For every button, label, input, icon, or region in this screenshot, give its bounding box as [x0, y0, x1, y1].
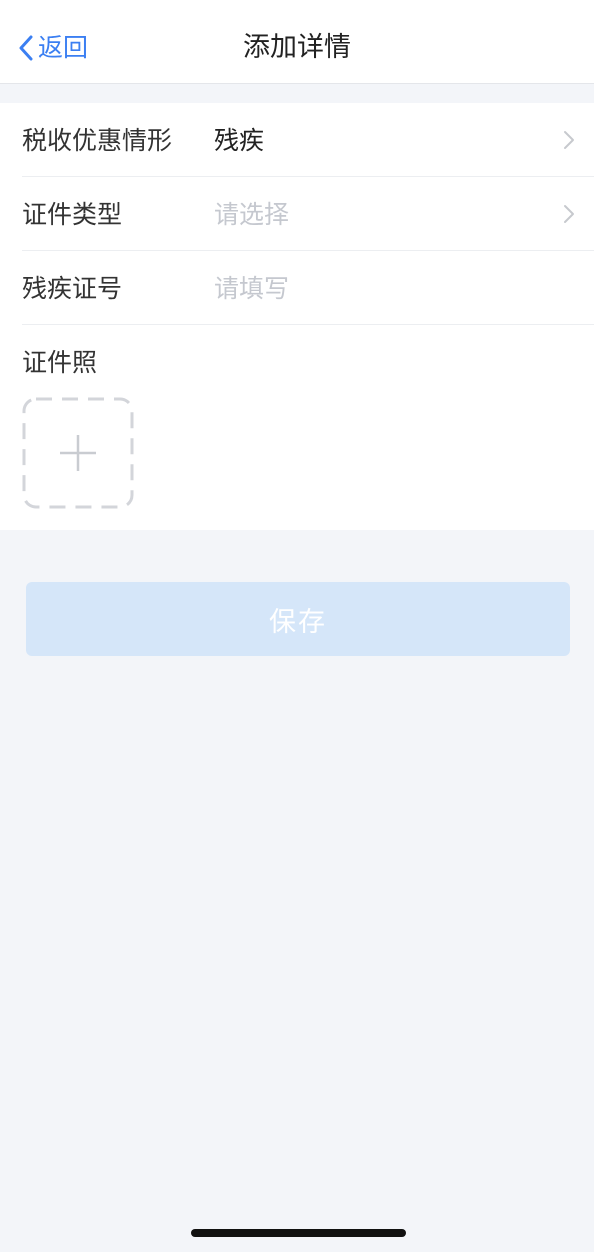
id-type-row[interactable]: 证件类型 请选择: [22, 177, 594, 251]
form-card: 税收优惠情形 残疾 证件类型 请选择 残疾证号 证件照: [0, 103, 594, 530]
disability-number-row: 残疾证号: [22, 251, 594, 325]
id-type-placeholder: 请选择: [214, 200, 290, 229]
photo-upload-button[interactable]: [22, 397, 134, 509]
chevron-right-icon: [564, 131, 574, 149]
page-title: 添加详情: [243, 32, 351, 63]
tax-situation-row[interactable]: 税收优惠情形 残疾: [22, 103, 594, 177]
plus-icon: [60, 435, 96, 471]
id-type-label: 证件类型: [22, 200, 123, 229]
tax-situation-value: 残疾: [214, 126, 265, 155]
screen: 返回 添加详情 税收优惠情形 残疾 证件类型 请选择 残疾证号 证件照: [0, 0, 594, 1252]
home-indicator: [191, 1229, 406, 1237]
chevron-right-icon: [564, 205, 574, 223]
navigation-bar: 返回 添加详情: [0, 0, 594, 84]
disability-number-label: 残疾证号: [22, 274, 123, 303]
tax-situation-label: 税收优惠情形: [22, 126, 173, 155]
id-photo-label: 证件照: [22, 348, 98, 377]
disability-number-input[interactable]: [214, 251, 574, 325]
save-button[interactable]: 保存: [26, 582, 570, 656]
